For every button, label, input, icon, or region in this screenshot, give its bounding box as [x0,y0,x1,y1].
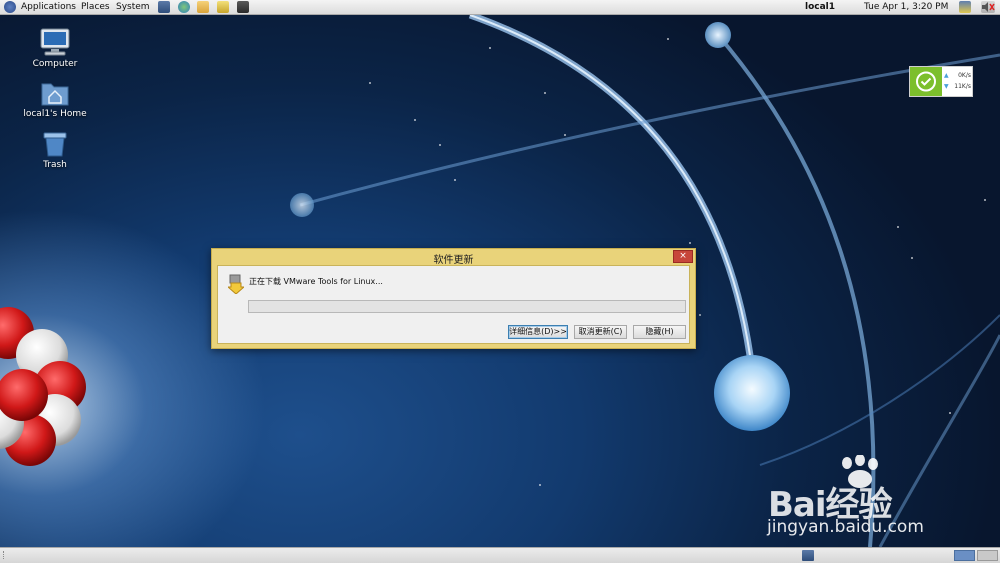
desktop-icon-trash[interactable]: Trash [15,131,95,170]
net-status-check-icon [910,67,942,96]
cancel-update-button[interactable]: 取消更新(C) [574,325,627,339]
menu-applications[interactable]: Applications [21,1,76,13]
desktop-icon-label: Computer [32,59,78,69]
bottom-panel [0,547,1000,563]
desktop-icon-computer[interactable]: Computer [15,28,95,69]
menu-places[interactable]: Places [81,1,110,13]
menu-system[interactable]: System [116,1,150,13]
download-progress-bar [248,300,686,313]
web-browser-launcher-icon[interactable] [178,1,190,13]
workspace-2[interactable] [977,550,998,561]
file-manager-launcher-icon[interactable] [158,1,170,13]
text-editor-launcher-icon[interactable] [217,1,229,13]
home-folder-icon [41,80,69,106]
upload-speed: ▲ 0K/s [944,72,971,79]
clock[interactable]: Tue Apr 1, 3:20 PM [864,1,948,13]
taskbar-window-icon[interactable] [802,550,814,561]
hostname-label: local1 [805,2,836,12]
close-button[interactable]: × [673,250,693,263]
molecule-decoration [0,307,86,466]
desktop-icon-label: Trash [43,160,67,170]
status-message: 正在下载 VMware Tools for Linux... [249,277,383,286]
desktop-icon-home[interactable]: local1's Home [15,80,95,119]
dialog-title: 软件更新 [433,255,474,266]
baidu-watermark: Bai经验 jingyan.baidu.com [765,455,955,540]
desktop-icon-label: local1's Home [23,109,87,119]
hide-button[interactable]: 隐藏(H) [633,325,686,339]
mail-launcher-icon[interactable] [197,1,209,13]
gnome-foot-icon [4,1,16,13]
volume-muted-icon[interactable] [981,1,995,13]
dialog-body: 正在下载 VMware Tools for Linux... 详细信息(D)>>… [217,265,690,344]
update-notifier-icon[interactable] [959,1,971,13]
network-speed-widget[interactable]: ▲ 0K/s ▼ 11K/s [909,66,973,97]
upload-arrow-icon: ▲ [944,72,949,79]
download-package-icon [226,274,246,295]
details-button[interactable]: 详细信息(D)>> [508,325,568,339]
panel-handle[interactable] [3,551,10,559]
trash-icon [41,131,69,157]
software-update-dialog: 软件更新 × 正在下载 VMware Tools for Linux... 详细… [211,248,696,349]
terminal-launcher-icon[interactable] [237,1,249,13]
top-panel: Applications Places System local1 Tue Ap… [0,0,1000,15]
download-arrow-icon: ▼ [944,83,949,90]
download-speed: ▼ 11K/s [944,83,971,90]
computer-icon [40,28,70,56]
workspace-1[interactable] [954,550,975,561]
